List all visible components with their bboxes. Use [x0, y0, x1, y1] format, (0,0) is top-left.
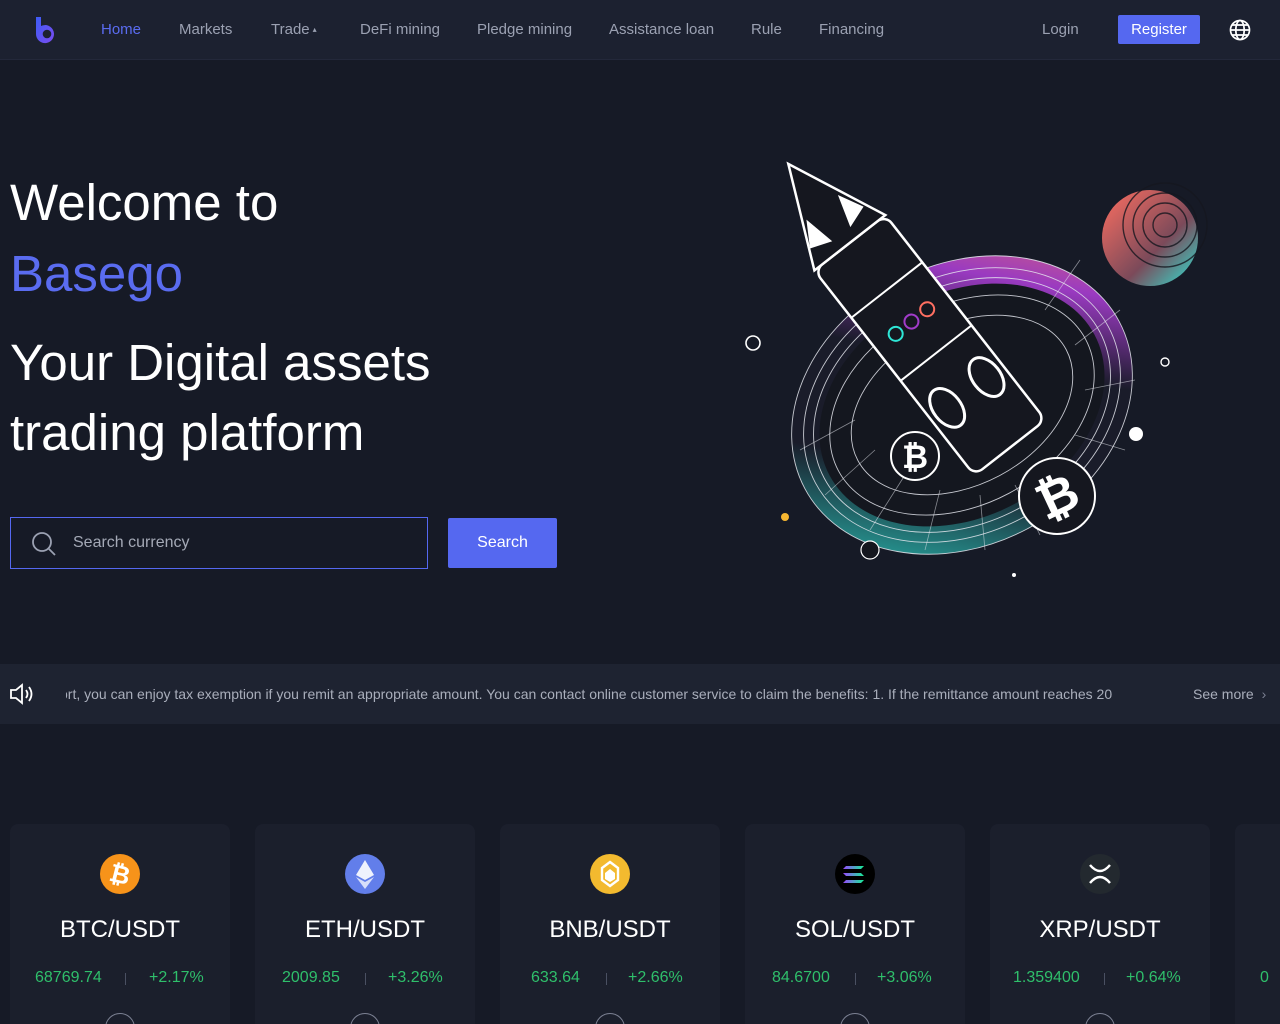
- arrow-circle-icon[interactable]: [105, 1013, 135, 1024]
- divider: [855, 973, 856, 985]
- market-card-btc[interactable]: ₿ BTC/USDT 68769.74 +2.17%: [10, 824, 230, 1024]
- nav-trade[interactable]: Trade ▴: [271, 21, 317, 39]
- market-card-bnb[interactable]: BNB/USDT 633.64 +2.66%: [500, 824, 720, 1024]
- globe-icon[interactable]: [1229, 19, 1251, 41]
- btc-coin-small: ₿: [890, 431, 940, 481]
- btc-coin-large: ₿: [1018, 457, 1096, 535]
- eth-icon: [345, 854, 385, 894]
- market-card-sol[interactable]: SOL/USDT 84.6700 +3.06%: [745, 824, 965, 1024]
- change-value: +2.17%: [149, 969, 204, 986]
- xrp-icon: [1080, 854, 1120, 894]
- arrow-circle-icon[interactable]: [350, 1013, 380, 1024]
- search-input[interactable]: [73, 530, 403, 556]
- price-value: 1.359400: [1013, 969, 1080, 986]
- search-box: [10, 517, 428, 569]
- register-button[interactable]: Register: [1118, 15, 1200, 44]
- see-more-label: See more: [1193, 686, 1254, 702]
- search-button[interactable]: Search: [448, 518, 557, 568]
- nav-home[interactable]: Home: [101, 21, 141, 39]
- change-value: +2.66%: [628, 969, 683, 986]
- sol-icon: [835, 854, 875, 894]
- price-value: 68769.74: [35, 969, 102, 986]
- market-card-eth[interactable]: ETH/USDT 2009.85 +3.26%: [255, 824, 475, 1024]
- hero-brand: Basego: [10, 245, 183, 302]
- logo-icon[interactable]: [33, 15, 61, 45]
- notice-text: ort, you can enjoy tax exemption if you …: [66, 686, 1113, 702]
- nav-markets[interactable]: Markets: [179, 21, 232, 39]
- arrow-circle-icon[interactable]: [595, 1013, 625, 1024]
- svg-text:₿: ₿: [902, 438, 928, 476]
- hero-welcome: Welcome to: [10, 174, 279, 231]
- rocket-torus-illustration: ₿ ₿: [745, 161, 1208, 577]
- top-nav: Home Markets Trade ▴ DeFi mining Pledge m…: [0, 0, 1280, 60]
- divider: [365, 973, 366, 985]
- price-value: 633.64: [531, 969, 580, 986]
- pair-name: SOL/USDT: [794, 916, 916, 943]
- speaker-icon: [10, 683, 33, 705]
- divider: [606, 973, 607, 985]
- search-icon: [32, 532, 56, 556]
- bnb-icon: [590, 854, 630, 894]
- pair-name: XRP/USDT: [1039, 916, 1161, 943]
- nav-pledge-mining[interactable]: Pledge mining: [477, 21, 572, 39]
- pair-name: BTC/USDT: [60, 916, 180, 943]
- nav-assistance-loan[interactable]: Assistance loan: [609, 21, 714, 39]
- market-card-partial[interactable]: 0: [1235, 824, 1280, 1024]
- chevron-right-icon: ›: [1261, 686, 1267, 702]
- nav-trade-label: Trade: [271, 21, 310, 38]
- arrow-circle-icon[interactable]: [1085, 1013, 1115, 1024]
- pair-name: BNB/USDT: [549, 916, 671, 943]
- nav-defi-mining[interactable]: DeFi mining: [360, 21, 440, 39]
- price-value: 2009.85: [282, 969, 340, 986]
- divider: [1104, 973, 1105, 985]
- planet-shape: [1102, 182, 1208, 286]
- nav-financing[interactable]: Financing: [819, 21, 884, 39]
- login-link[interactable]: Login: [1042, 21, 1079, 39]
- change-value: +3.06%: [877, 969, 932, 986]
- arrow-circle-icon[interactable]: [840, 1013, 870, 1024]
- change-value: +0.64%: [1126, 969, 1181, 986]
- price-value: 0: [1260, 969, 1269, 986]
- hero-tagline-line2: trading platform: [10, 404, 365, 461]
- hero-tagline-line1: Your Digital assets: [10, 334, 431, 391]
- btc-icon: ₿: [100, 854, 140, 894]
- divider: [125, 973, 126, 985]
- see-more-link[interactable]: See more ›: [1193, 686, 1266, 702]
- nav-rule[interactable]: Rule: [751, 21, 782, 39]
- change-value: +3.26%: [388, 969, 443, 986]
- notice-marquee: ort, you can enjoy tax exemption if you …: [66, 685, 1176, 705]
- price-value: 84.6700: [772, 969, 830, 986]
- pair-name: ETH/USDT: [305, 916, 425, 943]
- market-card-xrp[interactable]: XRP/USDT 1.359400 +0.64%: [990, 824, 1210, 1024]
- caret-up-icon: ▴: [312, 25, 317, 34]
